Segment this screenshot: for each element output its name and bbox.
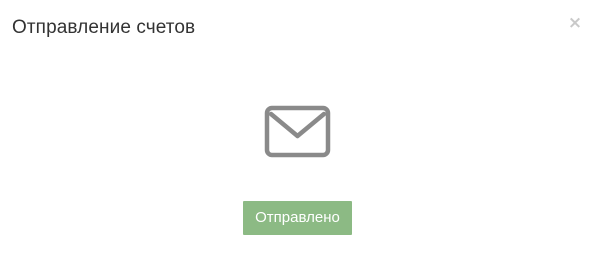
dialog-header: Отправление счетов × [0,0,597,56]
sent-status-button[interactable]: Отправлено [243,201,352,235]
close-button[interactable]: × [566,12,584,34]
send-invoices-dialog: Отправление счетов × Отправлено [0,0,597,275]
dialog-title: Отправление счетов [12,17,196,38]
dialog-body: Отправлено [0,56,597,275]
envelope-icon [264,105,331,158]
